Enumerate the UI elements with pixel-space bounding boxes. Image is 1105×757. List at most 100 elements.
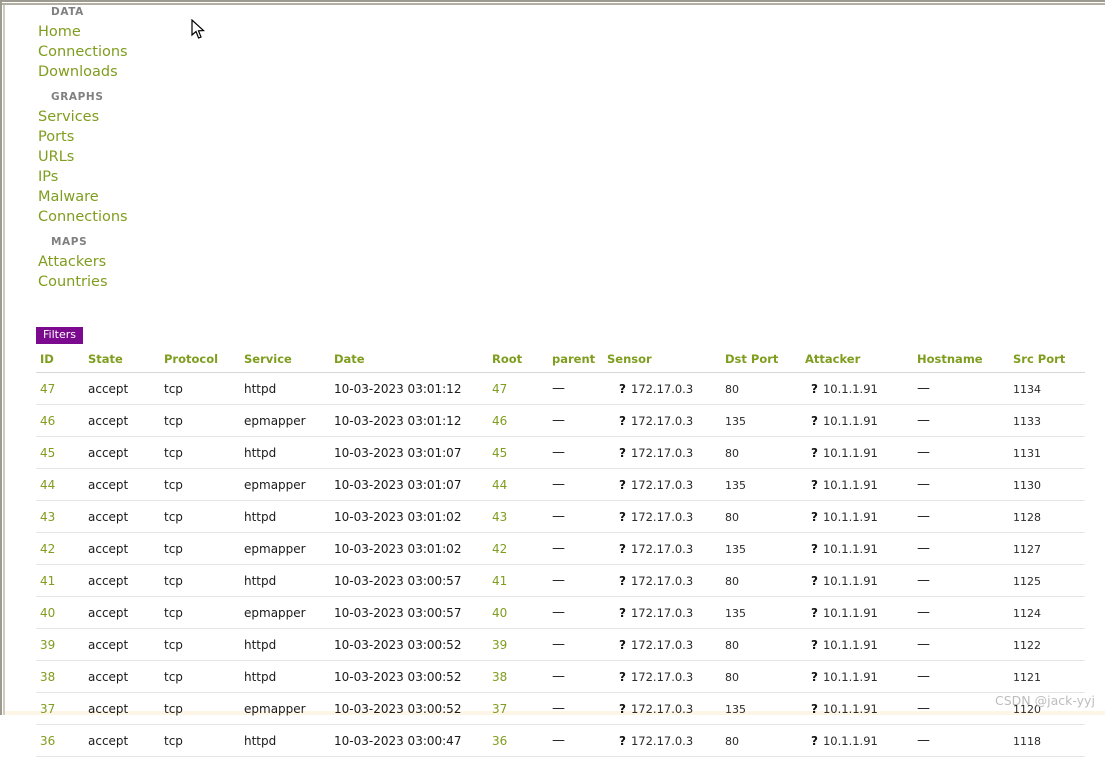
cell-root[interactable]: 41 bbox=[488, 564, 548, 597]
cell-id[interactable]: 46 bbox=[36, 404, 84, 437]
sidebar-item-downloads[interactable]: Downloads bbox=[5, 62, 265, 82]
column-header-protocol[interactable]: Protocol bbox=[160, 349, 240, 373]
column-header-parent[interactable]: parent bbox=[548, 349, 603, 373]
root-link[interactable]: 43 bbox=[492, 510, 507, 524]
cell-id[interactable]: 47 bbox=[36, 372, 84, 405]
sidebar-item-urls[interactable]: URLs bbox=[5, 147, 265, 167]
cell-attacker[interactable]: ? 10.1.1.91 bbox=[801, 564, 913, 597]
root-link[interactable]: 47 bbox=[492, 382, 507, 396]
column-header-dst-port[interactable]: Dst Port bbox=[721, 349, 801, 373]
cell-id[interactable]: 43 bbox=[36, 500, 84, 533]
root-link[interactable]: 44 bbox=[492, 478, 507, 492]
cell-sensor[interactable]: ? 172.17.0.3 bbox=[603, 596, 721, 629]
cell-sensor[interactable]: ? 172.17.0.3 bbox=[603, 564, 721, 597]
table-row[interactable]: 36 accept tcp httpd 10-03-2023 03:00:47 36 —? 1… bbox=[36, 724, 1085, 757]
root-link[interactable]: 38 bbox=[492, 670, 507, 684]
id-link[interactable]: 38 bbox=[40, 670, 55, 684]
cell-attacker[interactable]: ? 10.1.1.91 bbox=[801, 628, 913, 661]
cell-root[interactable]: 40 bbox=[488, 596, 548, 629]
cell-sensor[interactable]: ? 172.17.0.3 bbox=[603, 692, 721, 725]
root-link[interactable]: 41 bbox=[492, 574, 507, 588]
cell-root[interactable]: 36 bbox=[488, 724, 548, 757]
root-link[interactable]: 40 bbox=[492, 606, 507, 620]
id-link[interactable]: 40 bbox=[40, 606, 55, 620]
root-link[interactable]: 46 bbox=[492, 414, 507, 428]
table-row[interactable]: 42 accept tcp epmapper 10-03-2023 03:01:02 42… bbox=[36, 532, 1085, 565]
cell-id[interactable]: 38 bbox=[36, 660, 84, 693]
sidebar-item-home[interactable]: Home bbox=[5, 22, 265, 42]
root-link[interactable]: 42 bbox=[492, 542, 507, 556]
table-row[interactable]: 46 accept tcp epmapper 10-03-2023 03:01:12 46… bbox=[36, 404, 1085, 437]
cell-id[interactable]: 40 bbox=[36, 596, 84, 629]
cell-id[interactable]: 39 bbox=[36, 628, 84, 661]
column-header-src-port[interactable]: Src Port bbox=[1009, 349, 1085, 373]
table-row[interactable]: 39 accept tcp httpd 10-03-2023 03:00:52 39 —? 1… bbox=[36, 628, 1085, 661]
table-row[interactable]: 40 accept tcp epmapper 10-03-2023 03:00:57 40… bbox=[36, 596, 1085, 629]
cell-sensor[interactable]: ? 172.17.0.3 bbox=[603, 724, 721, 757]
sidebar-item-malware[interactable]: Malware bbox=[5, 187, 265, 207]
cell-attacker[interactable]: ? 10.1.1.91 bbox=[801, 436, 913, 469]
id-link[interactable]: 47 bbox=[40, 382, 55, 396]
id-link[interactable]: 41 bbox=[40, 574, 55, 588]
column-header-service[interactable]: Service bbox=[240, 349, 330, 373]
table-row[interactable]: 45 accept tcp httpd 10-03-2023 03:01:07 45 —? 1… bbox=[36, 436, 1085, 469]
cell-sensor[interactable]: ? 172.17.0.3 bbox=[603, 436, 721, 469]
column-header-state[interactable]: State bbox=[84, 349, 160, 373]
cell-id[interactable]: 36 bbox=[36, 724, 84, 757]
table-row[interactable]: 47 accept tcp httpd 10-03-2023 03:01:12 47 —? 1… bbox=[36, 372, 1085, 405]
id-link[interactable]: 43 bbox=[40, 510, 55, 524]
column-header-hostname[interactable]: Hostname bbox=[913, 349, 1009, 373]
column-header-sensor[interactable]: Sensor bbox=[603, 349, 721, 373]
cell-attacker[interactable]: ? 10.1.1.91 bbox=[801, 404, 913, 437]
table-row[interactable]: 44 accept tcp epmapper 10-03-2023 03:01:07 44… bbox=[36, 468, 1085, 501]
sidebar-item-ips[interactable]: IPs bbox=[5, 167, 265, 187]
id-link[interactable]: 36 bbox=[40, 734, 55, 748]
cell-root[interactable]: 47 bbox=[488, 372, 548, 405]
root-link[interactable]: 36 bbox=[492, 734, 507, 748]
sidebar-item-connections-graph[interactable]: Connections bbox=[5, 207, 265, 227]
cell-sensor[interactable]: ? 172.17.0.3 bbox=[603, 372, 721, 405]
cell-attacker[interactable]: ? 10.1.1.91 bbox=[801, 724, 913, 757]
id-link[interactable]: 45 bbox=[40, 446, 55, 460]
id-link[interactable]: 37 bbox=[40, 702, 55, 716]
id-link[interactable]: 44 bbox=[40, 478, 55, 492]
cell-root[interactable]: 44 bbox=[488, 468, 548, 501]
cell-attacker[interactable]: ? 10.1.1.91 bbox=[801, 660, 913, 693]
cell-id[interactable]: 41 bbox=[36, 564, 84, 597]
cell-root[interactable]: 42 bbox=[488, 532, 548, 565]
table-row[interactable]: 43 accept tcp httpd 10-03-2023 03:01:02 43 —? 1… bbox=[36, 500, 1085, 533]
cell-sensor[interactable]: ? 172.17.0.3 bbox=[603, 468, 721, 501]
column-header-root[interactable]: Root bbox=[488, 349, 548, 373]
cell-sensor[interactable]: ? 172.17.0.3 bbox=[603, 628, 721, 661]
cell-sensor[interactable]: ? 172.17.0.3 bbox=[603, 660, 721, 693]
root-link[interactable]: 45 bbox=[492, 446, 507, 460]
cell-id[interactable]: 44 bbox=[36, 468, 84, 501]
sidebar-item-attackers[interactable]: Attackers bbox=[5, 252, 265, 272]
id-link[interactable]: 39 bbox=[40, 638, 55, 652]
cell-attacker[interactable]: ? 10.1.1.91 bbox=[801, 500, 913, 533]
id-link[interactable]: 42 bbox=[40, 542, 55, 556]
root-link[interactable]: 37 bbox=[492, 702, 507, 716]
cell-id[interactable]: 37 bbox=[36, 692, 84, 725]
cell-attacker[interactable]: ? 10.1.1.91 bbox=[801, 372, 913, 405]
sidebar-item-ports[interactable]: Ports bbox=[5, 127, 265, 147]
sidebar-item-services[interactable]: Services bbox=[5, 107, 265, 127]
cell-root[interactable]: 38 bbox=[488, 660, 548, 693]
table-row[interactable]: 38 accept tcp httpd 10-03-2023 03:00:52 38 —? 1… bbox=[36, 660, 1085, 693]
cell-sensor[interactable]: ? 172.17.0.3 bbox=[603, 404, 721, 437]
cell-root[interactable]: 39 bbox=[488, 628, 548, 661]
cell-attacker[interactable]: ? 10.1.1.91 bbox=[801, 468, 913, 501]
column-header-date[interactable]: Date bbox=[330, 349, 488, 373]
cell-root[interactable]: 45 bbox=[488, 436, 548, 469]
cell-sensor[interactable]: ? 172.17.0.3 bbox=[603, 532, 721, 565]
column-header-attacker[interactable]: Attacker bbox=[801, 349, 913, 373]
cell-id[interactable]: 42 bbox=[36, 532, 84, 565]
cell-root[interactable]: 46 bbox=[488, 404, 548, 437]
filters-button[interactable]: Filters bbox=[36, 327, 83, 344]
table-row[interactable]: 37 accept tcp epmapper 10-03-2023 03:00:52 37… bbox=[36, 692, 1085, 725]
cell-root[interactable]: 43 bbox=[488, 500, 548, 533]
cell-attacker[interactable]: ? 10.1.1.91 bbox=[801, 596, 913, 629]
table-row[interactable]: 41 accept tcp httpd 10-03-2023 03:00:57 41 —? 1… bbox=[36, 564, 1085, 597]
root-link[interactable]: 39 bbox=[492, 638, 507, 652]
column-header-id[interactable]: ID bbox=[36, 349, 84, 373]
